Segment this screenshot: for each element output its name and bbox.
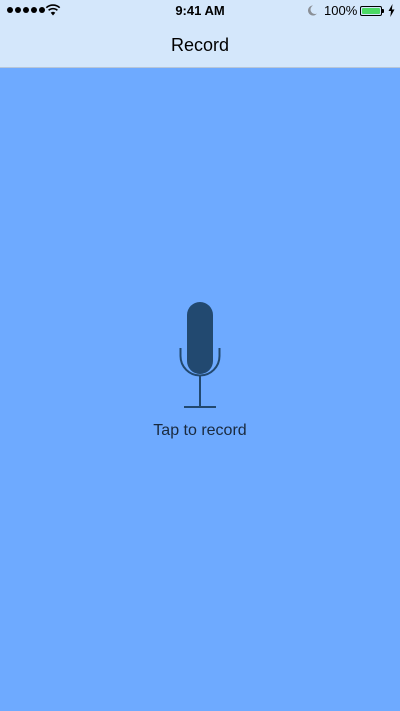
- battery-cap: [382, 9, 384, 13]
- battery-percent: 100%: [324, 3, 358, 18]
- battery-fill: [362, 8, 380, 14]
- page-title: Record: [170, 35, 230, 55]
- charging-bolt-icon: [388, 4, 395, 17]
- record-prompt[interactable]: Tap to record: [0, 422, 400, 440]
- microphone-icon[interactable]: [178, 302, 222, 410]
- battery-icon: [360, 6, 382, 16]
- moon-icon: [308, 5, 317, 16]
- record-screen: 9:41 AM 100% Record Tap to record: [0, 0, 400, 711]
- status-bar: 9:41 AM 100%: [0, 0, 400, 22]
- top-bar: 9:41 AM 100% Record: [0, 0, 400, 68]
